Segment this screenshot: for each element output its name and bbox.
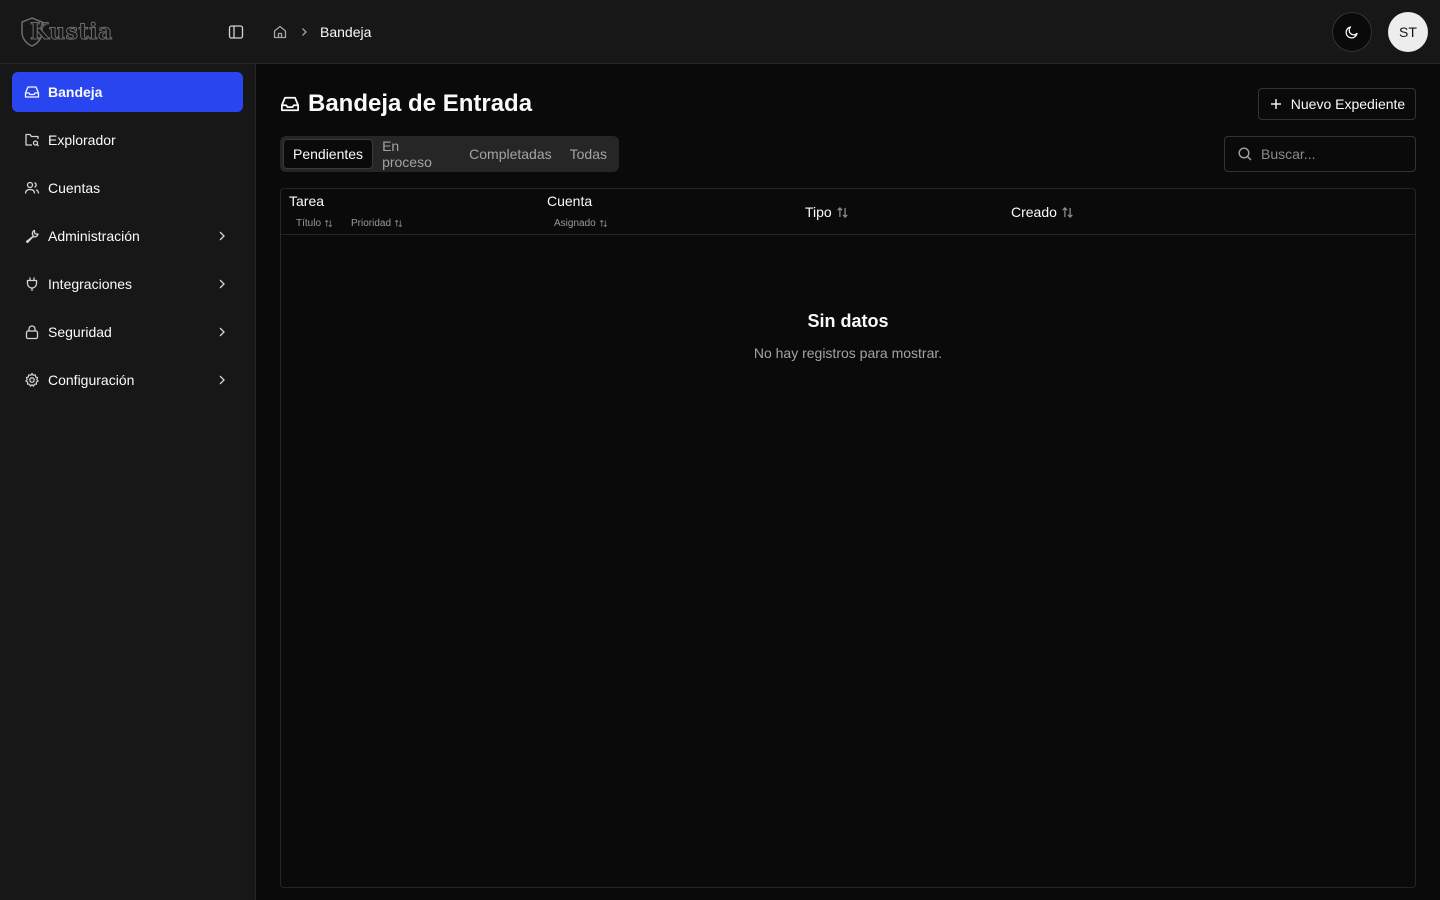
column-cuenta: Cuenta [547, 193, 593, 209]
breadcrumb-current: Bandeja [320, 24, 372, 40]
sidebar: Bandeja Explorador Cuentas Administració… [0, 64, 256, 900]
tab-pendientes[interactable]: Pendientes [283, 139, 374, 169]
chevron-right-icon [215, 325, 229, 339]
sort-icon [599, 219, 607, 228]
sidebar-item-explorador[interactable]: Explorador [12, 120, 243, 160]
users-icon [24, 180, 40, 196]
search-input[interactable] [1261, 146, 1401, 162]
page-title-text: Bandeja de Entrada [308, 90, 533, 117]
chevron-right-icon [215, 277, 229, 291]
tab-todas[interactable]: Todas [561, 139, 616, 169]
sidebar-item-cuentas[interactable]: Cuentas [12, 168, 243, 208]
new-expediente-label: Nuevo Expediente [1290, 96, 1406, 112]
sidebar-item-label: Integraciones [48, 276, 133, 292]
sidebar-item-configuracion[interactable]: Configuración [12, 360, 243, 400]
chevron-right-icon [215, 229, 229, 243]
sidebar-item-label: Configuración [48, 372, 135, 388]
sidebar-item-administracion[interactable]: Administración [12, 216, 243, 256]
status-tabs: Pendientes En proceso Completadas Todas [280, 136, 619, 172]
home-icon[interactable] [272, 24, 288, 40]
plus-icon [1269, 97, 1283, 111]
sort-icon [324, 219, 333, 228]
app-logo-text: Kustia [30, 19, 113, 46]
inbox-icon [24, 84, 40, 100]
search-icon [1237, 146, 1253, 162]
column-asignado-label: Asignado [554, 218, 596, 229]
app-logo[interactable]: Kustia [20, 16, 113, 48]
plug-icon [24, 276, 40, 292]
data-table: Tarea Título Prioridad Cuenta Asignado T… [280, 188, 1416, 888]
sidebar-item-label: Cuentas [48, 180, 101, 196]
column-prioridad-label: Prioridad [351, 218, 392, 229]
theme-toggle-button[interactable] [1332, 12, 1372, 52]
empty-state-title: Sin datos [807, 311, 889, 331]
sidebar-panel-icon [228, 25, 244, 39]
breadcrumb: Bandeja [272, 22, 371, 42]
sidebar-item-label: Explorador [48, 132, 116, 148]
sidebar-item-label: Administración [48, 228, 140, 244]
lock-icon [24, 324, 40, 340]
sort-icon [394, 219, 403, 228]
sort-asignado-button[interactable]: Asignado [554, 218, 608, 229]
sidebar-item-label: Bandeja [48, 84, 103, 100]
page-title: Bandeja de Entrada [280, 90, 532, 118]
table-header: Tarea Título Prioridad Cuenta Asignado T… [281, 189, 1415, 235]
sidebar-toggle-button[interactable] [226, 22, 246, 42]
column-creado-label: Creado [1011, 204, 1057, 220]
sidebar-item-label: Seguridad [48, 324, 112, 340]
sort-creado-button[interactable]: Creado [1011, 204, 1074, 220]
chevron-right-icon [298, 26, 310, 38]
chevron-right-icon [215, 373, 229, 387]
column-tipo-label: Tipo [805, 204, 832, 220]
sort-tipo-button[interactable]: Tipo [805, 204, 849, 220]
sort-icon [1062, 206, 1073, 218]
user-avatar[interactable]: ST [1388, 12, 1428, 52]
column-titulo-label: Título [296, 218, 322, 229]
search-box [1224, 136, 1416, 172]
sidebar-item-seguridad[interactable]: Seguridad [12, 312, 243, 352]
sidebar-item-bandeja[interactable]: Bandeja [12, 72, 243, 112]
sort-prioridad-button[interactable]: Prioridad [351, 218, 403, 229]
column-tarea: Tarea [289, 193, 325, 209]
gear-icon [24, 372, 40, 388]
empty-state-description: No hay registros para mostrar. [753, 345, 943, 361]
tab-en-proceso[interactable]: En proceso [373, 138, 460, 170]
folder-search-icon [24, 132, 40, 148]
wrench-icon [24, 228, 40, 244]
sort-icon [836, 206, 848, 218]
sort-titulo-button[interactable]: Título [296, 218, 333, 229]
tab-completadas[interactable]: Completadas [460, 139, 561, 169]
new-expediente-button[interactable]: Nuevo Expediente [1258, 88, 1416, 120]
top-bar: Kustia Bandeja ST [0, 0, 1440, 64]
sidebar-item-integraciones[interactable]: Integraciones [12, 264, 243, 304]
moon-icon [1345, 26, 1358, 39]
main-content: Bandeja de Entrada Nuevo Expediente Pend… [256, 64, 1440, 900]
inbox-icon [280, 94, 300, 114]
